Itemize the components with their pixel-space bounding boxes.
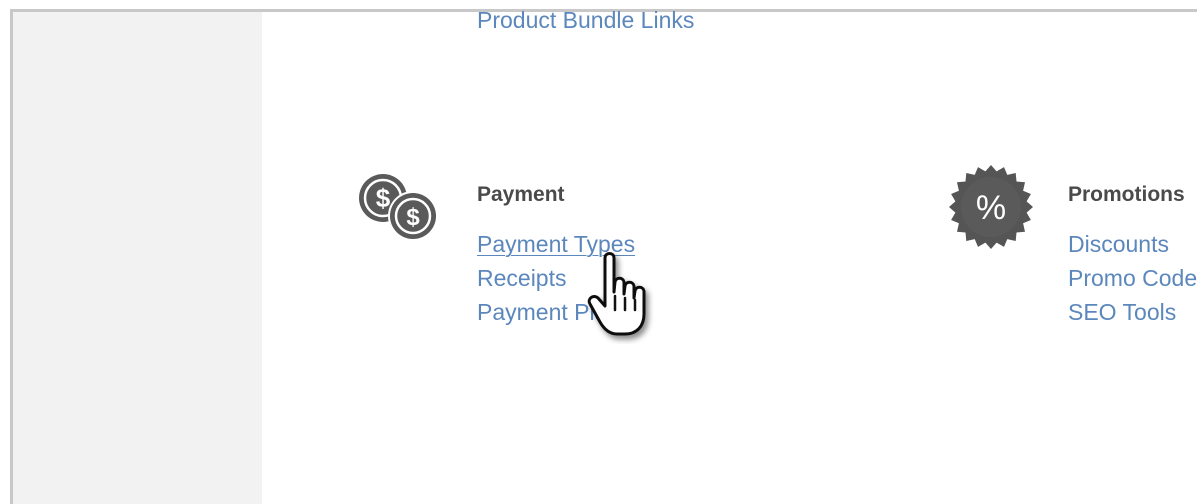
svg-text:%: %: [976, 189, 1006, 227]
percent-badge-icon: %: [949, 165, 1033, 249]
svg-text:$: $: [406, 204, 420, 231]
discounts-link[interactable]: Discounts: [1068, 227, 1197, 261]
promotions-section: Promotions Discounts Promo Codes SEO Too…: [1068, 183, 1197, 329]
main-content: [262, 12, 1197, 504]
receipts-link[interactable]: Receipts: [477, 261, 635, 295]
seo-tools-link[interactable]: SEO Tools: [1068, 295, 1197, 329]
promotions-heading: Promotions: [1068, 183, 1185, 206]
coins-icon: $ $: [359, 174, 438, 241]
payment-section: Payment Payment Types Receipts Payment P…: [477, 183, 635, 329]
svg-text:$: $: [376, 183, 391, 213]
product-bundle-links-link[interactable]: Product Bundle Links: [477, 3, 694, 37]
promo-codes-link[interactable]: Promo Codes: [1068, 261, 1197, 295]
sidebar: [13, 12, 262, 504]
promotions-links: Discounts Promo Codes SEO Tools: [1068, 227, 1197, 329]
payment-links: Payment Types Receipts Payment Plans: [477, 227, 635, 329]
frame-left-border: [10, 9, 13, 504]
app-frame: Product Bundle Links $ $ Payment Payment…: [0, 0, 1197, 504]
payment-heading: Payment: [477, 183, 565, 206]
payment-types-link[interactable]: Payment Types: [477, 227, 635, 261]
payment-plans-link[interactable]: Payment Plans: [477, 295, 635, 329]
